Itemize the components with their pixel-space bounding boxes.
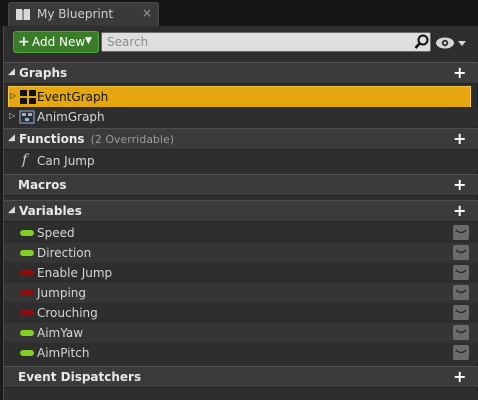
add-function-icon[interactable]: + <box>453 130 466 148</box>
eye-closed-icon[interactable] <box>453 265 469 280</box>
variable-label: AimPitch <box>37 346 90 360</box>
variable-label: Direction <box>37 246 92 260</box>
graph-icon <box>20 90 36 104</box>
section-title: Graphs <box>19 66 68 80</box>
section-event-dispatchers[interactable]: Event Dispatchers + <box>4 366 478 388</box>
variable-type-pill <box>20 250 34 256</box>
search-input[interactable] <box>102 33 410 51</box>
function-label: Can Jump <box>37 154 95 168</box>
section-title: Variables <box>19 204 82 218</box>
graph-label: AnimGraph <box>37 110 105 124</box>
add-dispatcher-icon[interactable]: + <box>453 368 466 386</box>
section-macros[interactable]: Macros + <box>4 174 478 196</box>
section-functions[interactable]: ◢ Functions (2 Overridable) + <box>4 128 478 150</box>
eye-closed-icon[interactable] <box>453 325 469 340</box>
functions-title: Functions <box>19 132 85 146</box>
variable-item-aimpitch[interactable]: AimPitch <box>4 343 478 363</box>
book-icon <box>16 9 30 20</box>
variable-item-crouching[interactable]: Crouching <box>4 303 478 323</box>
variable-item-aimyaw[interactable]: AimYaw <box>4 323 478 343</box>
variable-label: Speed <box>37 226 75 240</box>
panel-footer <box>4 391 478 400</box>
expand-arrow-icon[interactable]: ▷ <box>9 111 15 120</box>
eye-closed-icon[interactable] <box>453 305 469 320</box>
variable-label: Crouching <box>37 306 98 320</box>
variable-type-pill <box>20 270 34 276</box>
expand-arrow-icon[interactable]: ▷ <box>10 91 16 100</box>
section-title: Functions (2 Overridable) <box>19 132 174 146</box>
function-icon: f <box>22 152 28 168</box>
plus-icon: + <box>18 34 30 50</box>
section-title: Macros <box>18 178 67 192</box>
graph-label: EventGraph <box>37 90 109 104</box>
variable-label: Jumping <box>37 286 87 300</box>
my-blueprint-panel: + Add New ▼ ◢ Graphs + ▷ <box>3 26 478 400</box>
variable-type-pill <box>20 290 34 296</box>
graph-item-animgraph[interactable]: ▷ AnimGraph <box>4 107 478 127</box>
eye-closed-icon[interactable] <box>453 245 469 260</box>
variable-item-enable-jump[interactable]: Enable Jump <box>4 263 478 283</box>
tab-title: My Blueprint <box>37 7 114 21</box>
collapse-arrow-icon[interactable]: ◢ <box>8 205 15 215</box>
tab-my-blueprint[interactable]: My Blueprint × <box>8 2 159 26</box>
section-variables[interactable]: ◢ Variables + <box>4 200 478 222</box>
add-new-label: Add New <box>32 35 86 49</box>
toolbar: + Add New ▼ <box>4 26 478 60</box>
variable-label: AimYaw <box>37 326 84 340</box>
variable-item-direction[interactable]: Direction <box>4 243 478 263</box>
collapse-arrow-icon[interactable]: ◢ <box>8 67 15 77</box>
eye-closed-icon[interactable] <box>453 345 469 360</box>
add-graph-icon[interactable]: + <box>453 64 466 82</box>
add-variable-icon[interactable]: + <box>453 202 466 220</box>
variable-type-pill <box>20 330 34 336</box>
graph-item-eventgraph[interactable]: ▷ EventGraph <box>8 86 471 108</box>
section-graphs[interactable]: ◢ Graphs + <box>4 62 478 84</box>
variable-label: Enable Jump <box>37 266 113 280</box>
add-macro-icon[interactable]: + <box>453 176 466 194</box>
chevron-down-icon: ▼ <box>85 36 92 46</box>
variable-type-pill <box>20 350 34 356</box>
anim-graph-icon <box>19 110 35 124</box>
search-icon[interactable] <box>414 34 430 50</box>
overridable-count: (2 Overridable) <box>90 133 175 146</box>
section-title: Event Dispatchers <box>18 370 142 384</box>
add-new-button[interactable]: + Add New ▼ <box>13 31 99 53</box>
collapse-arrow-icon[interactable]: ◢ <box>8 133 15 143</box>
close-icon[interactable]: × <box>142 6 152 20</box>
eye-closed-icon[interactable] <box>453 285 469 300</box>
eye-icon[interactable] <box>435 36 469 50</box>
variable-type-pill <box>20 310 34 316</box>
search-box <box>101 32 431 52</box>
variable-type-pill <box>20 230 34 236</box>
variable-item-jumping[interactable]: Jumping <box>4 283 478 303</box>
variable-item-speed[interactable]: Speed <box>4 223 478 243</box>
function-item-can-jump[interactable]: f Can Jump <box>4 151 478 171</box>
eye-closed-icon[interactable] <box>453 225 469 240</box>
tab-bar: My Blueprint × <box>0 0 478 26</box>
